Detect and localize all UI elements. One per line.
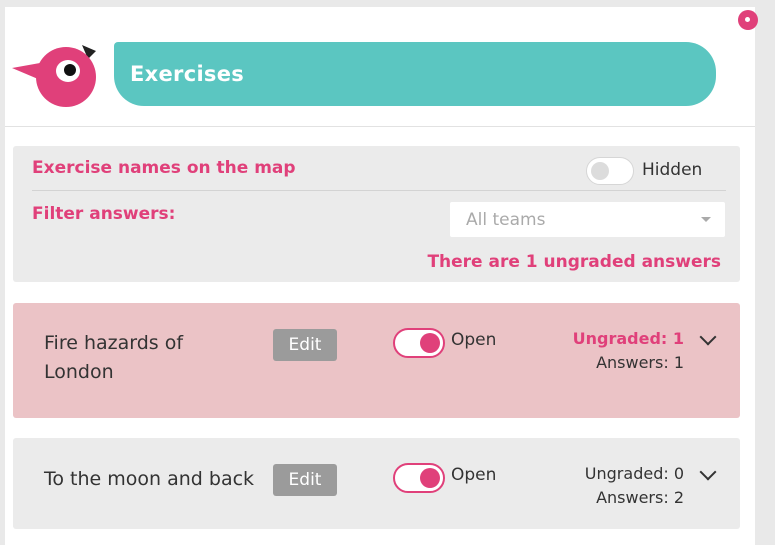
header-divider xyxy=(5,126,755,127)
settings-divider xyxy=(32,190,726,191)
exercise-name: To the moon and back xyxy=(44,468,255,490)
open-status-label: Open xyxy=(451,465,497,485)
caret-down-icon xyxy=(701,217,711,222)
ungraded-notice: There are 1 ungraded answers xyxy=(427,252,721,272)
answers-count: Answers: 1 xyxy=(596,353,684,372)
chevron-down-icon[interactable] xyxy=(699,463,717,481)
toggle-knob xyxy=(591,162,609,180)
ungraded-count: Ungraded: 1 xyxy=(572,329,684,348)
toggle-knob xyxy=(420,333,440,353)
ungraded-count: Ungraded: 0 xyxy=(584,464,684,483)
answer-stats: Ungraded: 0 Answers: 2 xyxy=(585,462,684,510)
edit-button[interactable]: Edit xyxy=(273,464,337,496)
toggle-knob xyxy=(420,468,440,488)
edit-button[interactable]: Edit xyxy=(273,329,337,361)
map-names-toggle[interactable] xyxy=(586,157,634,185)
filter-answers-label: Filter answers: xyxy=(32,204,176,224)
settings-box: Exercise names on the map Hidden Filter … xyxy=(13,146,740,282)
close-icon[interactable] xyxy=(738,10,758,30)
open-toggle[interactable] xyxy=(393,463,445,493)
bird-logo-icon xyxy=(12,45,96,107)
map-names-state-label: Hidden xyxy=(642,160,703,180)
exercise-name: Fire hazards of London xyxy=(44,332,184,383)
team-filter-value: All teams xyxy=(466,209,546,230)
page-title: Exercises xyxy=(130,62,245,86)
answers-count: Answers: 2 xyxy=(596,488,684,507)
open-toggle[interactable] xyxy=(393,328,445,358)
exercise-card[interactable]: Fire hazards of London Edit Open Ungrade… xyxy=(13,303,740,418)
answer-stats: Ungraded: 1 Answers: 1 xyxy=(573,327,684,375)
map-names-label: Exercise names on the map xyxy=(32,158,296,178)
header-title-bar: Exercises xyxy=(114,42,716,106)
team-filter-select[interactable]: All teams xyxy=(450,202,725,237)
open-status-label: Open xyxy=(451,330,497,350)
exercise-card[interactable]: To the moon and back Edit Open Ungraded:… xyxy=(13,438,740,529)
chevron-down-icon[interactable] xyxy=(699,328,717,346)
